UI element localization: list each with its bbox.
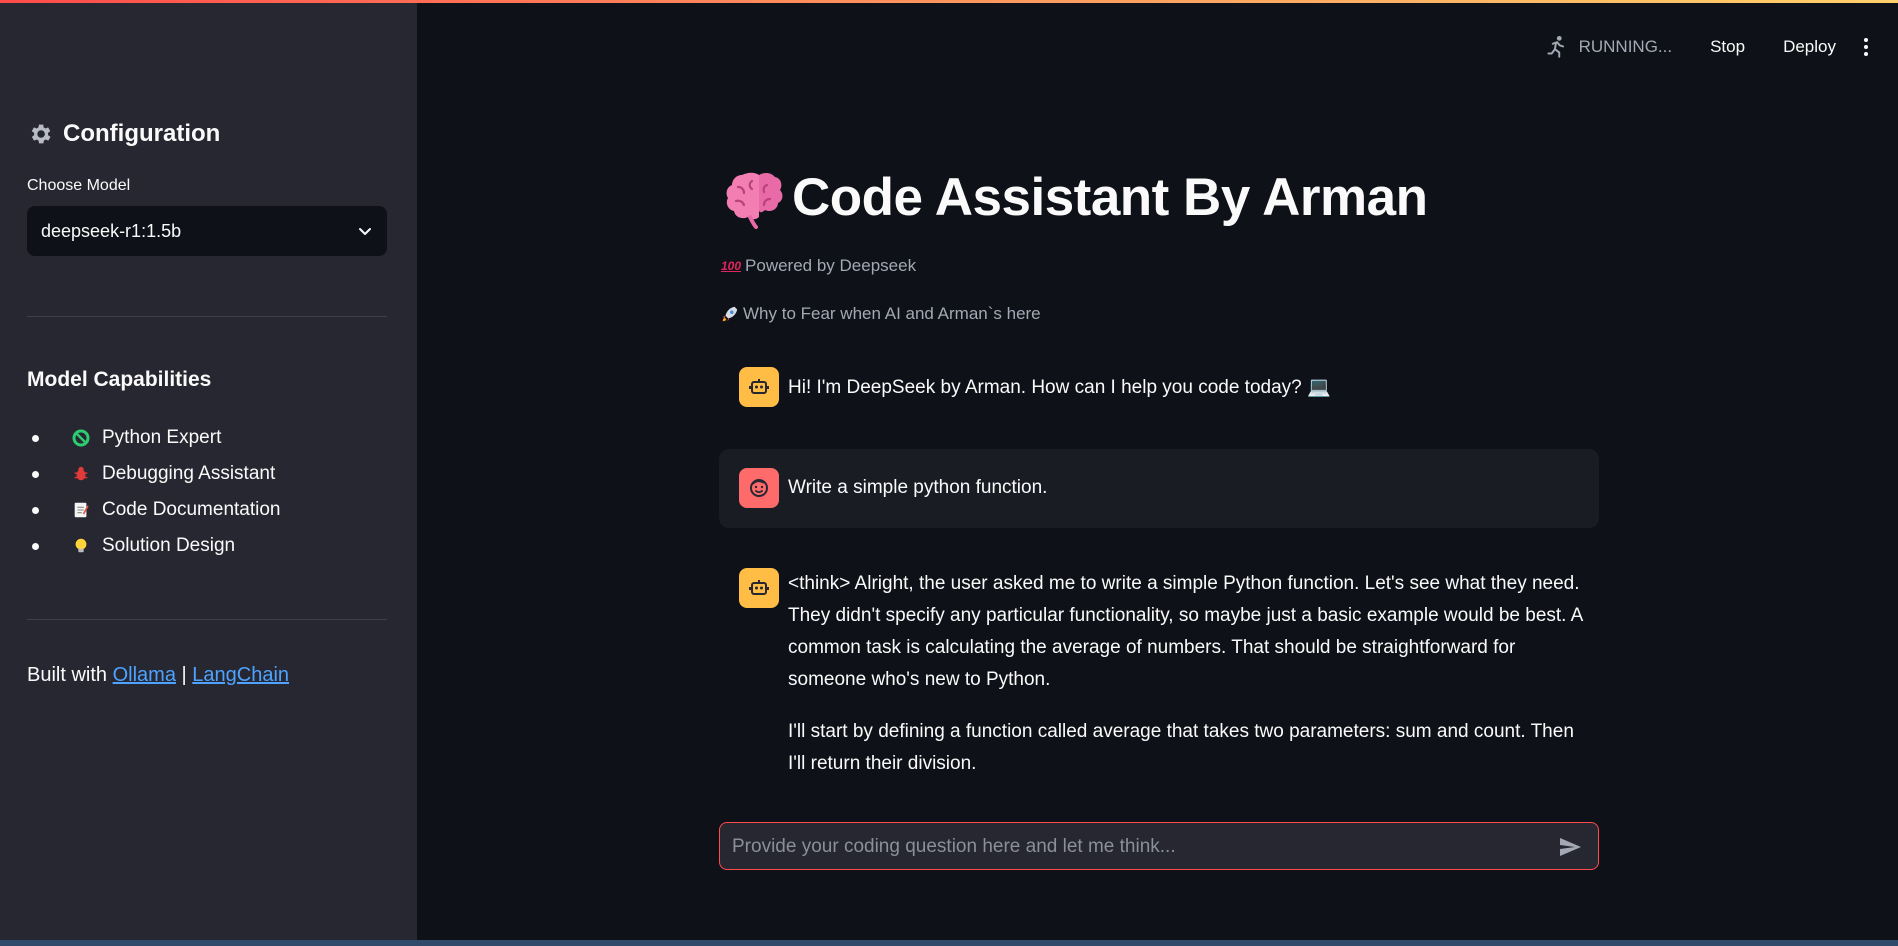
langchain-link[interactable]: LangChain [192, 664, 289, 686]
lightbulb-icon [70, 535, 92, 557]
capability-label: Solution Design [102, 535, 236, 556]
ollama-link[interactable]: Ollama [113, 664, 176, 686]
bug-icon [70, 463, 92, 485]
capabilities-heading: Model Capabilities [27, 368, 212, 391]
robot-icon [749, 580, 769, 595]
built-with-prefix: Built with [27, 664, 108, 686]
send-icon[interactable] [1558, 835, 1582, 859]
capability-label: Code Documentation [102, 499, 281, 520]
hundred-icon: 100 [721, 259, 742, 273]
page-title: Code Assistant By Arman [722, 165, 1428, 229]
gear-icon [31, 124, 51, 144]
memo-icon [70, 499, 92, 521]
chat-message-user: Write a simple python function. [719, 449, 1599, 528]
capability-item: Code Documentation [27, 492, 281, 528]
chat-input-box [719, 822, 1599, 871]
bullet [32, 542, 39, 550]
bullet [32, 506, 39, 514]
python-icon [70, 427, 92, 449]
built-with-separator: | [181, 664, 187, 686]
chevron-down-icon [359, 228, 371, 235]
capabilities-list: Python Expert Debugging Assistant Code D… [27, 420, 281, 564]
powered-by-text: Powered by Deepseek [745, 256, 917, 275]
message-text: <think> Alright, the user asked me to wr… [788, 568, 1583, 800]
capability-label: Python Expert [102, 427, 222, 448]
page-title-text: Code Assistant By Arman [792, 167, 1428, 227]
bot-avatar [739, 367, 779, 407]
capability-item: Solution Design [27, 528, 281, 564]
message-text: Hi! I'm DeepSeek by Arman. How can I hel… [788, 377, 1331, 398]
capability-item: Debugging Assistant [27, 456, 281, 492]
sidebar-divider [27, 316, 387, 317]
capability-item: Python Expert [27, 420, 281, 456]
smiley-icon [750, 479, 768, 497]
app-header-actions: RUNNING... Stop Deploy [1543, 30, 1878, 64]
message-paragraph: I'll start by defining a function called… [788, 721, 1574, 774]
model-select[interactable]: deepseek-r1:1.5b [27, 206, 387, 256]
sidebar: Configuration Choose Model deepseek-r1:1… [0, 0, 417, 940]
bot-avatar [739, 568, 779, 608]
user-avatar [739, 468, 779, 508]
bullet [32, 470, 39, 478]
config-title: Configuration [63, 120, 221, 147]
built-with-footer: Built with Ollama | LangChain [27, 664, 289, 687]
bullet [32, 434, 39, 442]
kebab-menu-icon[interactable] [1854, 35, 1878, 59]
bottom-bar [0, 940, 1898, 946]
sidebar-divider [27, 619, 387, 620]
message-paragraph: <think> Alright, the user asked me to wr… [788, 573, 1583, 690]
model-select-label: Choose Model [27, 177, 131, 194]
running-status: RUNNING... [1578, 37, 1673, 56]
brain-icon [726, 172, 783, 229]
rocket-icon [722, 306, 738, 322]
tagline: Why to Fear when AI and Arman`s here [721, 304, 1041, 324]
chat-message-assistant: <think> Alright, the user asked me to wr… [719, 553, 1599, 793]
capability-label: Debugging Assistant [102, 463, 276, 484]
running-person-icon [1547, 35, 1564, 58]
powered-by-line: 100 Powered by Deepseek [721, 256, 916, 276]
deploy-button[interactable]: Deploy [1771, 31, 1848, 63]
chat-message-assistant: Hi! I'm DeepSeek by Arman. How can I hel… [719, 360, 1599, 426]
top-decoration-bar [0, 0, 1898, 3]
chat-input[interactable] [730, 823, 1534, 871]
tagline-text: Why to Fear when AI and Arman`s here [743, 304, 1041, 323]
model-select-value: deepseek-r1:1.5b [41, 220, 182, 241]
robot-icon [749, 379, 769, 394]
sidebar-config-heading: Configuration [27, 120, 220, 148]
stop-button[interactable]: Stop [1698, 31, 1757, 63]
message-text: Write a simple python function. [788, 477, 1048, 498]
